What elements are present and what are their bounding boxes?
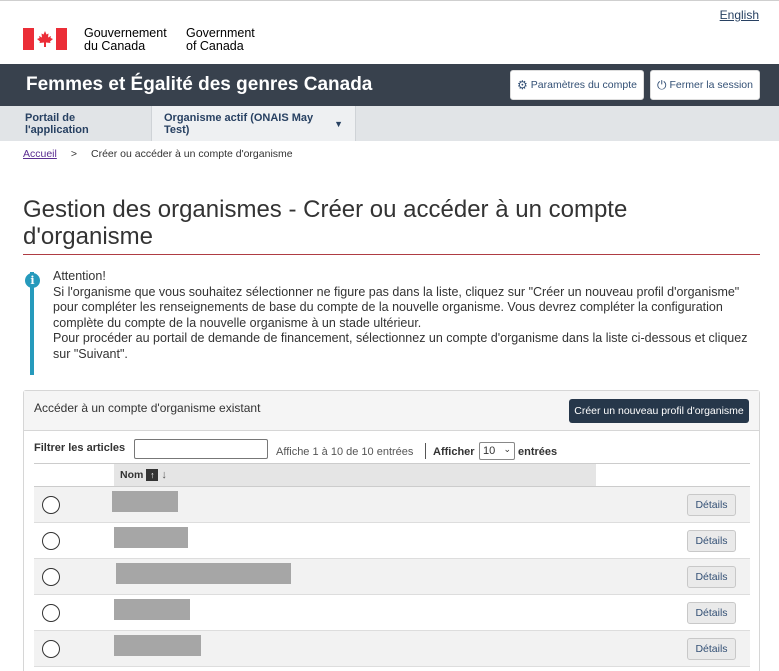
- account-settings-button[interactable]: ⚙ Paramètres du compte: [510, 70, 644, 100]
- gc-signature-fr: Gouvernement du Canada: [84, 27, 167, 52]
- row-radio[interactable]: [42, 568, 60, 586]
- gc-header: English Gouvernement du Canada Governmen…: [0, 0, 779, 64]
- logout-button[interactable]: ⏻ Fermer la session: [650, 70, 760, 100]
- table-row[interactable]: Détails: [34, 523, 750, 559]
- canada-flag-icon: [23, 28, 67, 50]
- table-row[interactable]: Détails: [34, 487, 750, 523]
- app-title: Femmes et Égalité des genres Canada: [26, 74, 373, 95]
- power-icon: ⏻: [657, 77, 667, 92]
- arrow-up-icon[interactable]: ↑: [146, 469, 159, 481]
- show-label: Afficher: [433, 446, 475, 458]
- table-header: Nom ↑ ↓: [34, 463, 750, 487]
- page-size-select[interactable]: 10 ⌄: [479, 442, 515, 460]
- logout-label: Fermer la session: [669, 79, 753, 91]
- details-button[interactable]: Détails: [687, 638, 736, 660]
- row-radio[interactable]: [42, 604, 60, 622]
- alert-paragraph: Si l'organisme que vous souhaitez sélect…: [53, 284, 740, 330]
- breadcrumb-current: Créer ou accéder à un compte d'organisme: [91, 148, 293, 160]
- main-menu: Portail de l'application Organisme actif…: [0, 106, 779, 141]
- page-title: Gestion des organismes - Créer ou accéde…: [23, 196, 628, 250]
- info-icon: i: [25, 273, 40, 288]
- alert-paragraph: Pour procéder au portail de demande de f…: [53, 331, 748, 361]
- divider: [425, 443, 426, 459]
- table-row[interactable]: Détails: [34, 595, 750, 631]
- chevron-down-icon: ▼: [334, 118, 343, 129]
- info-alert: i Attention! Si l'organisme que vous sou…: [23, 264, 760, 375]
- app-bar: Femmes et Égalité des genres Canada ⚙ Pa…: [0, 64, 779, 106]
- breadcrumb-separator: >: [70, 148, 77, 160]
- title-divider: [23, 254, 760, 255]
- sorted-column-header[interactable]: [114, 464, 596, 486]
- gear-icon: ⚙: [517, 78, 528, 92]
- alert-message: Attention! Si l'organisme que vous souha…: [53, 269, 758, 363]
- chevron-down-icon: ⌄: [503, 444, 511, 454]
- breadcrumb: Accueil > Créer ou accéder à un compte d…: [23, 148, 293, 160]
- signature-fr-line: Gouvernement: [84, 26, 167, 40]
- page-size-value: 10: [483, 445, 496, 457]
- redacted-org-name: [116, 563, 291, 584]
- column-name-label: Nom: [120, 469, 144, 481]
- panel-header: Accéder à un compte d'organisme existant…: [24, 391, 759, 431]
- redacted-org-name: [112, 491, 178, 512]
- column-header-name[interactable]: Nom ↑ ↓: [120, 469, 167, 481]
- alert-heading: Attention!: [53, 269, 106, 283]
- active-org-label: Organisme actif (ONAIS May Test): [164, 111, 314, 136]
- details-button[interactable]: Détails: [687, 566, 736, 588]
- signature-fr-line: du Canada: [84, 38, 146, 53]
- filter-input[interactable]: [134, 439, 268, 459]
- signature-en-line: of Canada: [186, 38, 244, 53]
- signature-en-line: Government: [186, 26, 255, 40]
- row-radio[interactable]: [42, 640, 60, 658]
- arrow-down-icon[interactable]: ↓: [161, 469, 167, 481]
- account-settings-label: Paramètres du compte: [530, 79, 637, 91]
- menu-item-active-org[interactable]: Organisme actif (ONAIS May Test) ▼: [151, 106, 356, 141]
- entries-label: entrées: [518, 446, 558, 458]
- filter-label: Filtrer les articles: [34, 442, 126, 454]
- row-radio[interactable]: [42, 496, 60, 514]
- language-toggle-link[interactable]: English: [720, 8, 759, 22]
- table-row[interactable]: Détails: [34, 559, 750, 595]
- redacted-org-name: [114, 635, 201, 656]
- organization-panel: Accéder à un compte d'organisme existant…: [23, 390, 760, 671]
- menu-item-portal[interactable]: Portail de l'application: [13, 106, 151, 141]
- create-org-profile-button[interactable]: Créer un nouveau profil d'organisme: [569, 399, 749, 423]
- entries-info: Affiche 1 à 10 de 10 entrées: [276, 446, 414, 458]
- details-button[interactable]: Détails: [687, 494, 736, 516]
- details-button[interactable]: Détails: [687, 530, 736, 552]
- redacted-org-name: [114, 599, 190, 620]
- breadcrumb-home-link[interactable]: Accueil: [23, 148, 57, 160]
- table-row[interactable]: Détails: [34, 631, 750, 667]
- row-radio[interactable]: [42, 532, 60, 550]
- details-button[interactable]: Détails: [687, 602, 736, 624]
- panel-title: Accéder à un compte d'organisme existant: [34, 401, 261, 415]
- redacted-org-name: [114, 527, 188, 548]
- gc-signature-en: Government of Canada: [186, 27, 255, 52]
